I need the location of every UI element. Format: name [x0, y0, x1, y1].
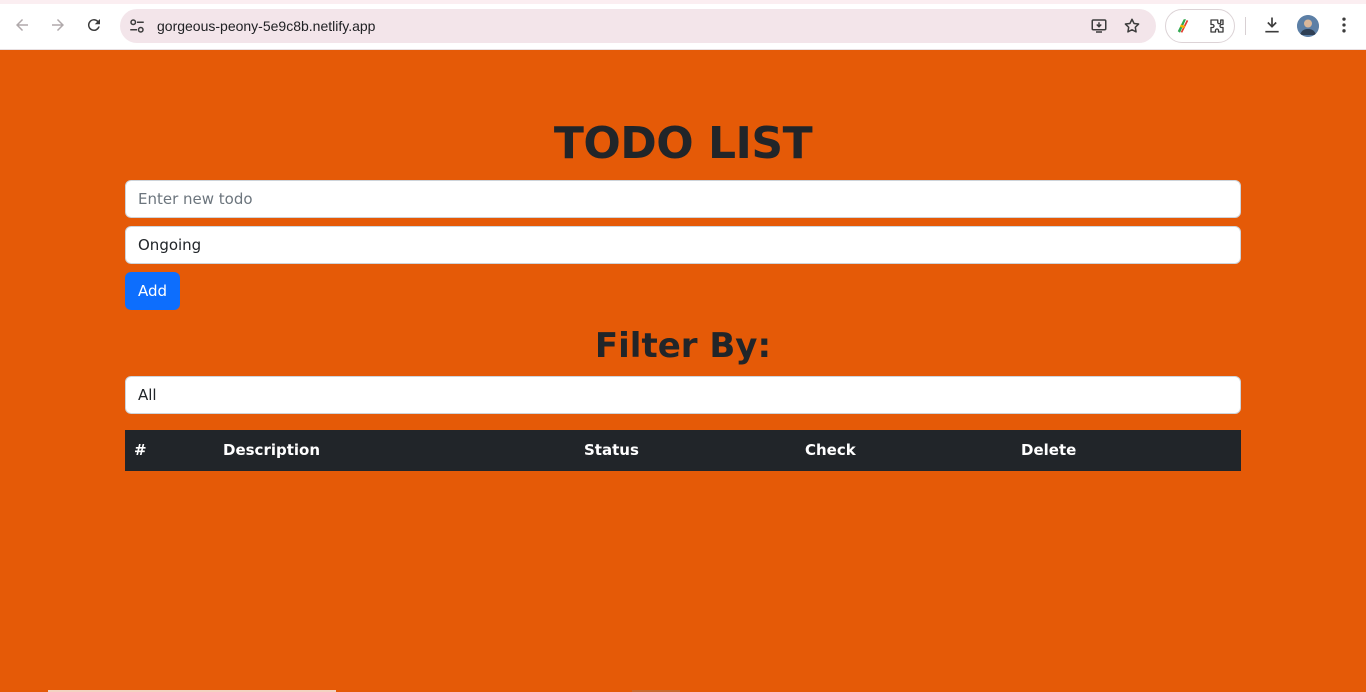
back-icon[interactable]	[10, 13, 34, 37]
profile-avatar[interactable]	[1297, 15, 1319, 37]
toolbar-divider	[1245, 17, 1246, 35]
column-header-delete: Delete	[1021, 441, 1077, 459]
extension-color-icon[interactable]	[1174, 17, 1192, 35]
column-header-status: Status	[584, 441, 639, 459]
bookmark-star-icon[interactable]	[1123, 17, 1141, 35]
address-bar[interactable]: gorgeous-peony-5e9c8b.netlify.app	[120, 9, 1156, 43]
new-todo-input[interactable]	[125, 180, 1241, 218]
tab-strip-edge	[0, 0, 1366, 4]
reload-icon[interactable]	[82, 13, 106, 37]
browser-toolbar: gorgeous-peony-5e9c8b.netlify.app	[0, 0, 1366, 50]
extensions-pill	[1165, 9, 1235, 43]
column-header-check: Check	[805, 441, 856, 459]
forward-icon[interactable]	[46, 13, 70, 37]
filter-select[interactable]: All	[125, 376, 1241, 414]
install-app-icon[interactable]	[1090, 17, 1108, 35]
page-title: TODO LIST	[553, 118, 813, 169]
status-select-value: Ongoing	[138, 236, 202, 254]
url-text[interactable]: gorgeous-peony-5e9c8b.netlify.app	[157, 17, 375, 35]
column-header-description: Description	[223, 441, 321, 459]
filter-title: Filter By:	[594, 326, 772, 366]
site-settings-icon[interactable]	[128, 17, 146, 35]
filter-select-value: All	[138, 386, 157, 404]
download-icon[interactable]	[1262, 15, 1282, 35]
column-header-number: #	[134, 441, 147, 459]
todo-table-header: # Description Status Check Delete	[125, 430, 1241, 471]
more-menu-icon[interactable]	[1334, 15, 1354, 35]
add-button[interactable]: Add	[125, 272, 180, 310]
puzzle-extensions-icon[interactable]	[1208, 17, 1226, 35]
status-select[interactable]: Ongoing	[125, 226, 1241, 264]
